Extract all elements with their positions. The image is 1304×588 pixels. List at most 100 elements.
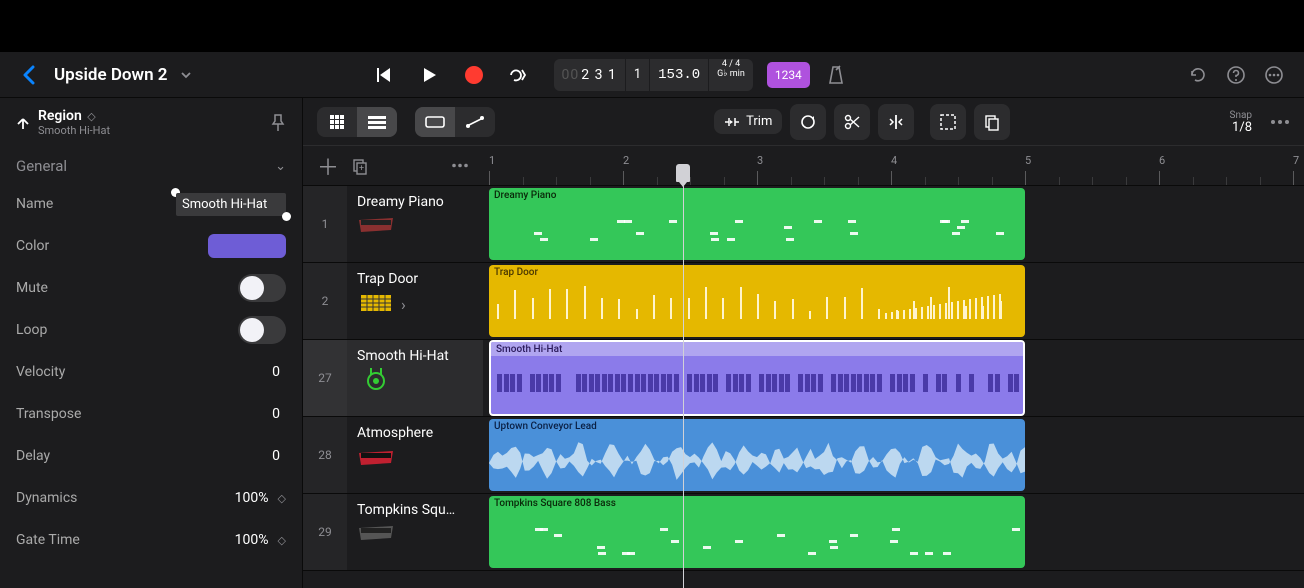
project-menu-chevron-icon[interactable] — [180, 69, 192, 81]
rewind-button[interactable] — [368, 57, 404, 93]
automation-button[interactable] — [455, 107, 495, 137]
instrument-icon — [357, 214, 395, 240]
grid-view-button[interactable] — [317, 107, 357, 137]
arrange-toolbar: Trim Snap 1/8 — [303, 98, 1304, 146]
region[interactable]: Trap Door — [489, 265, 1025, 337]
region-label: Dreamy Piano — [489, 188, 1025, 203]
undo-button[interactable] — [1184, 61, 1212, 89]
name-row: Name — [16, 183, 286, 225]
mute-row: Mute — [16, 267, 286, 309]
gate-row: Gate Time 100%◇ — [16, 519, 286, 561]
signature-key[interactable]: 4 / 4 G♭ min — [708, 59, 753, 91]
instrument-icon — [357, 291, 395, 317]
view-mode-segment — [317, 107, 397, 137]
inspector-title: Region — [38, 108, 82, 124]
track-options-icon[interactable] — [451, 163, 469, 168]
playhead-handle[interactable] — [676, 164, 690, 182]
tempo-display[interactable]: 153.0 — [649, 59, 708, 91]
region-label: Smooth Hi-Hat — [491, 342, 567, 357]
delay-row: Delay 0 — [16, 435, 286, 477]
main-toolbar: Upside Down 2 002 3 1 1 153.0 4 / 4 G♭ m… — [0, 52, 1304, 98]
play-button[interactable] — [412, 57, 448, 93]
region-editor-button[interactable] — [415, 107, 455, 137]
stepper-icon[interactable]: ◇ — [278, 495, 286, 502]
gate-value[interactable]: 100% — [205, 532, 275, 548]
loop-tool[interactable] — [790, 104, 826, 140]
disclosure-icon[interactable]: › — [401, 295, 406, 314]
add-track-button[interactable]: ＋ — [317, 150, 339, 182]
list-view-button[interactable] — [357, 107, 397, 137]
stepper-icon[interactable]: ◇ — [278, 537, 286, 544]
track-header-column: ＋ + 1 Dreamy Piano 2 Trap Door — [303, 146, 483, 588]
mute-toggle[interactable] — [238, 274, 286, 302]
editor-segment — [415, 107, 495, 137]
project-title[interactable]: Upside Down 2 — [54, 65, 168, 85]
inspector-panel: Region ◇ Smooth Hi-Hat General ⌄ Name Co… — [0, 98, 302, 588]
scissors-tool[interactable] — [834, 104, 870, 140]
track-header[interactable]: 29 Tompkins Squ… — [303, 494, 483, 571]
region[interactable]: Smooth Hi-Hat — [489, 340, 1025, 416]
instrument-icon — [357, 368, 395, 394]
snap-display[interactable]: Snap 1/8 — [1230, 110, 1253, 134]
position-main: 2 3 1 — [581, 67, 617, 83]
track-number: 29 — [303, 494, 347, 570]
track-header[interactable]: 1 Dreamy Piano — [303, 186, 483, 263]
duplicate-track-button[interactable]: + — [351, 157, 369, 175]
track-name: Trap Door — [357, 271, 473, 287]
chevron-down-icon: ⌄ — [275, 159, 286, 174]
record-button[interactable] — [456, 57, 492, 93]
instrument-icon — [357, 522, 395, 548]
marquee-tool[interactable] — [930, 104, 966, 140]
lcd-display[interactable]: 002 3 1 1 153.0 4 / 4 G♭ min — [554, 59, 753, 91]
help-button[interactable] — [1222, 61, 1250, 89]
track-number: 2 — [303, 263, 347, 339]
playhead-line — [683, 186, 684, 588]
color-row: Color — [16, 225, 286, 267]
region-label: Trap Door — [489, 265, 1025, 280]
region[interactable]: Dreamy Piano — [489, 188, 1025, 260]
general-section-header[interactable]: General ⌄ — [16, 149, 286, 183]
region-label: Tompkins Square 808 Bass — [489, 496, 1025, 511]
trim-tool[interactable]: Trim — [714, 109, 782, 134]
track-name: Smooth Hi-Hat — [357, 348, 473, 364]
cycle-button[interactable] — [500, 57, 536, 93]
velocity-value[interactable]: 0 — [216, 364, 286, 380]
region-stepper-icon[interactable]: ◇ — [87, 110, 95, 123]
track-header[interactable]: 27 Smooth Hi-Hat — [303, 340, 483, 417]
beat-division[interactable]: 1 — [625, 59, 649, 91]
dynamics-value[interactable]: 100% — [205, 490, 275, 506]
transpose-value[interactable]: 0 — [216, 406, 286, 422]
timeline-ruler[interactable]: 1234567 — [483, 146, 1304, 186]
inspector-subtitle: Smooth Hi-Hat — [38, 124, 270, 137]
pin-icon[interactable] — [270, 114, 286, 132]
timeline-lanes[interactable]: 1234567 Dreamy Piano Trap Door Smooth Hi-H… — [483, 146, 1304, 588]
region[interactable]: Tompkins Square 808 Bass — [489, 496, 1025, 568]
copy-tool[interactable] — [974, 104, 1010, 140]
track-header[interactable]: 2 Trap Door › — [303, 263, 483, 340]
track-number: 28 — [303, 417, 347, 493]
inspector-back-icon[interactable] — [16, 117, 30, 129]
trim-icon — [724, 115, 740, 129]
name-input[interactable] — [176, 193, 286, 216]
quantize-button[interactable]: 1234 — [767, 62, 810, 88]
loop-toggle[interactable] — [238, 316, 286, 344]
track-name: Atmosphere — [357, 425, 473, 441]
track-header[interactable]: 28 Atmosphere — [303, 417, 483, 494]
color-swatch[interactable] — [208, 234, 286, 258]
time-signature: 4 / 4 — [722, 59, 740, 69]
arrange-more-icon[interactable] — [1270, 119, 1290, 125]
metronome-button[interactable] — [818, 57, 854, 93]
loop-row: Loop — [16, 309, 286, 351]
region[interactable]: Uptown Conveyor Lead — [489, 419, 1025, 491]
dynamics-row: Dynamics 100%◇ — [16, 477, 286, 519]
arrange-area: Trim Snap 1/8 — [302, 98, 1304, 588]
more-button[interactable] — [1260, 61, 1288, 89]
track-name: Tompkins Squ… — [357, 502, 473, 518]
split-tool[interactable] — [878, 104, 914, 140]
instrument-icon — [357, 445, 395, 471]
back-button[interactable] — [16, 65, 42, 85]
delay-value[interactable]: 0 — [216, 448, 286, 464]
svg-text:+: + — [359, 164, 364, 174]
track-number: 27 — [303, 340, 347, 416]
track-number: 1 — [303, 186, 347, 262]
